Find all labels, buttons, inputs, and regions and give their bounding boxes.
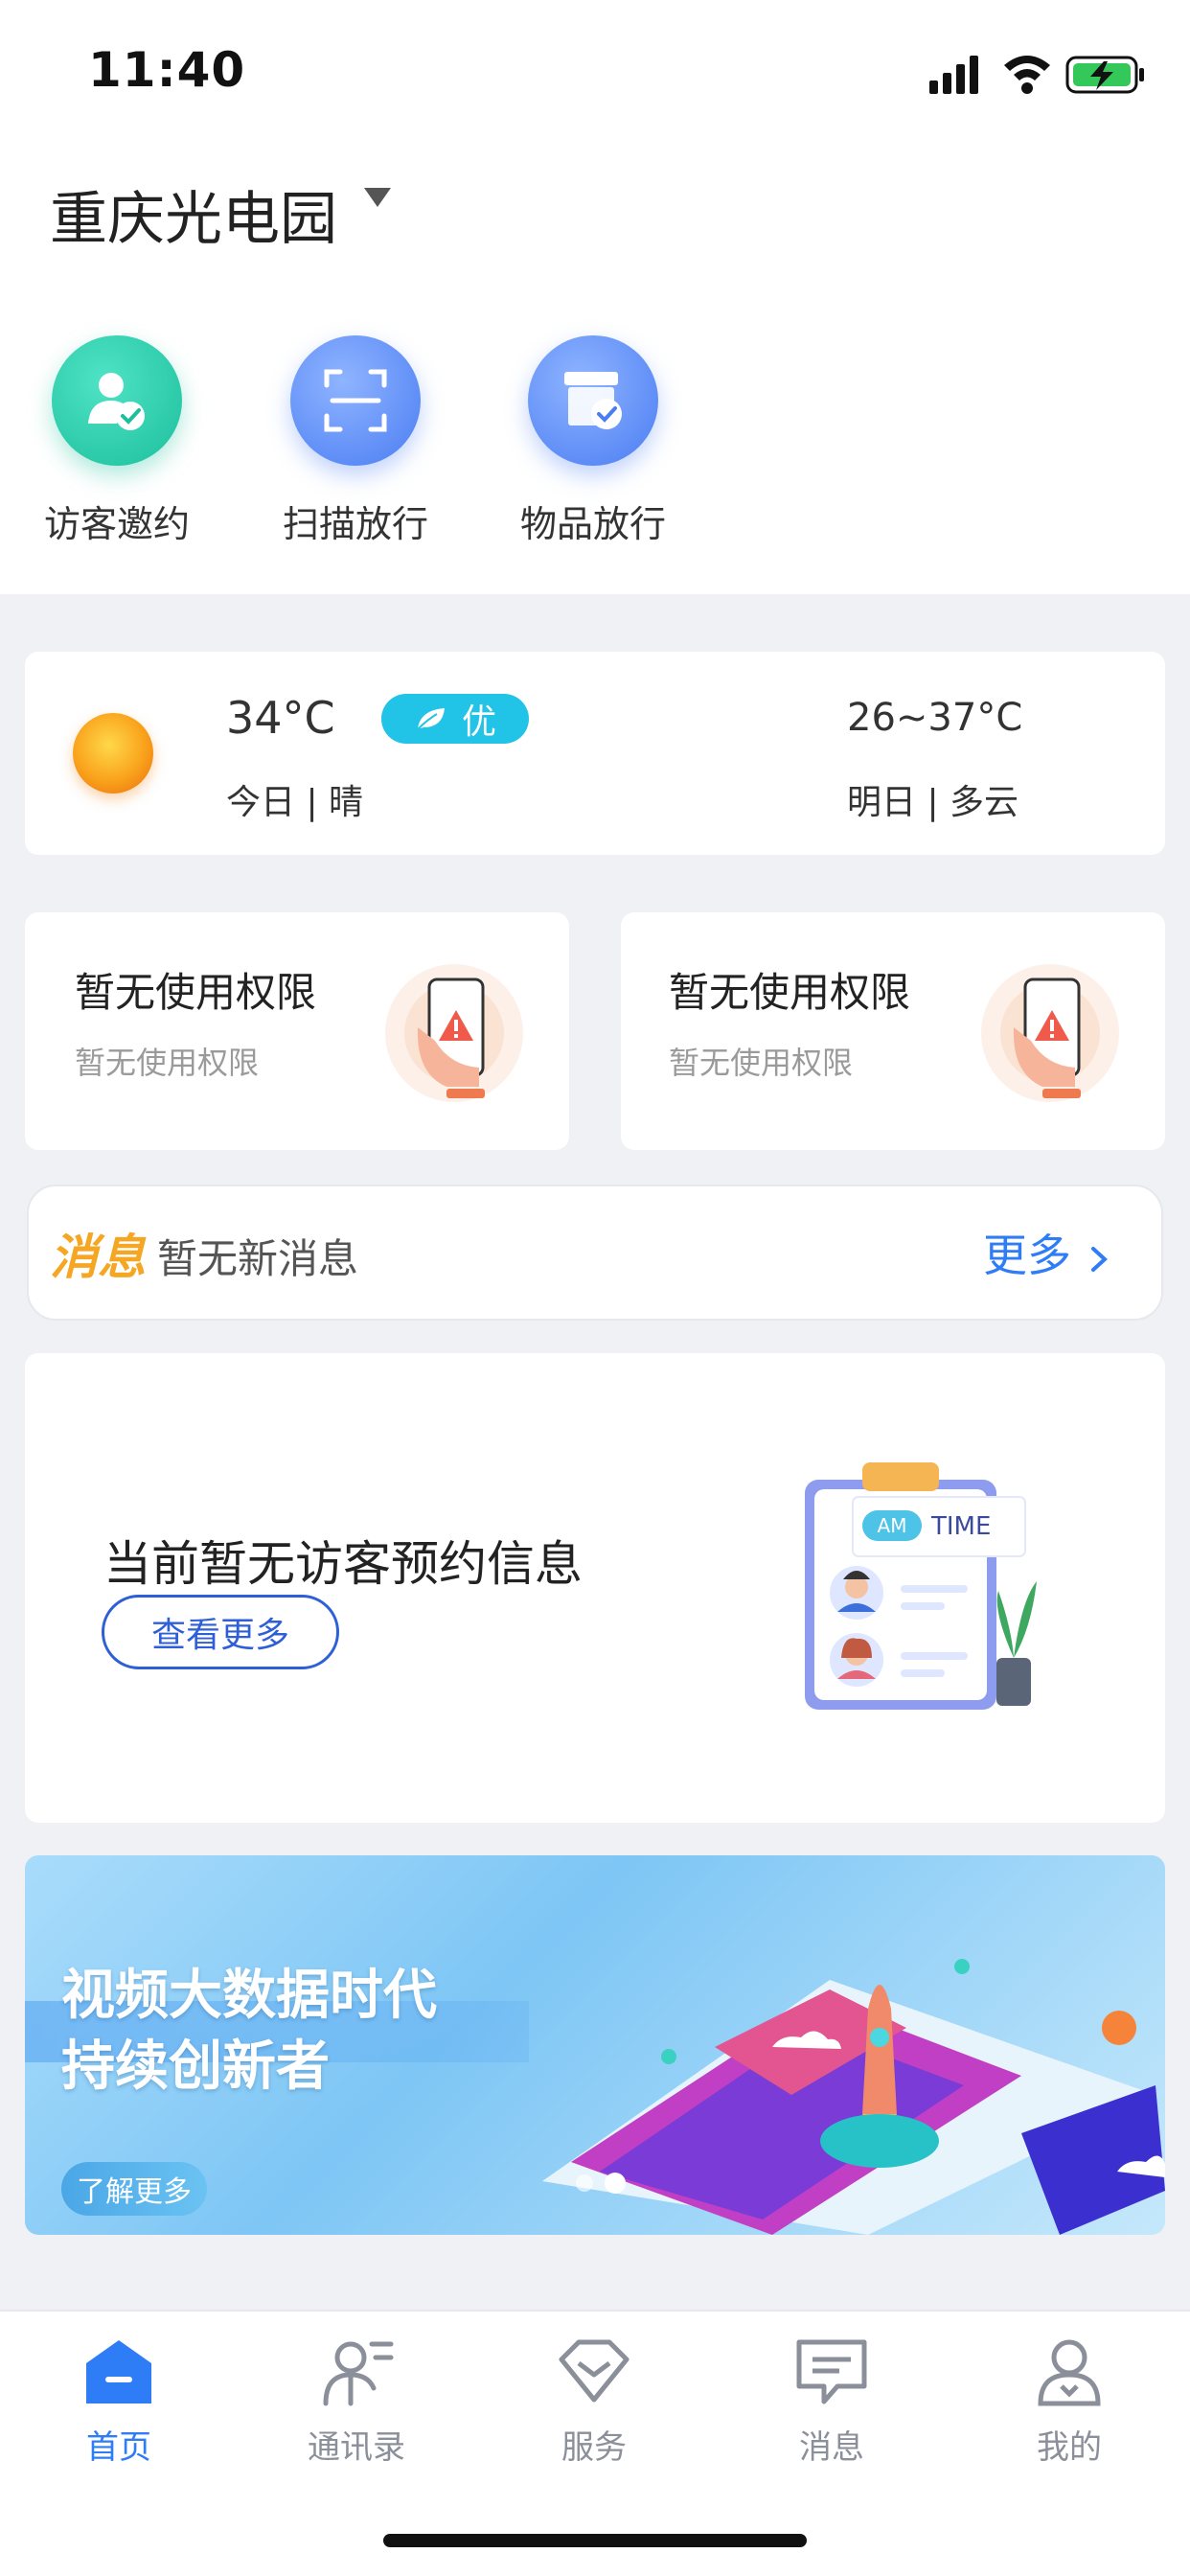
tab-contacts[interactable]: 通讯录 xyxy=(261,2334,452,2468)
home-icon xyxy=(86,2340,151,2404)
visitor-empty-text: 当前暂无访客预约信息 xyxy=(103,1536,583,1592)
air-quality-label: 优 xyxy=(461,702,496,742)
tab-profile[interactable]: 我的 xyxy=(973,2334,1165,2468)
message-text: 暂无新消息 xyxy=(157,1235,359,1282)
leaf-icon xyxy=(417,708,445,730)
tab-label: 通讯录 xyxy=(308,2428,405,2467)
more-messages-link[interactable]: 更多 xyxy=(983,1221,1112,1284)
visitor-invite-icon xyxy=(52,335,182,466)
banner-line-1: 视频大数据时代 xyxy=(61,1965,437,2027)
user-icon xyxy=(1038,2339,1101,2406)
no-permission-phone-icon xyxy=(981,964,1119,1102)
signal-icon xyxy=(929,56,978,94)
contacts-icon xyxy=(323,2341,394,2406)
tomorrow-temperature-range: 26~37°C xyxy=(847,696,1023,740)
tomorrow-weather: 明日 | 多云 xyxy=(847,783,1019,822)
banner-headline: 视频大数据时代 持续创新者 xyxy=(61,1961,437,2103)
item-release-icon xyxy=(528,335,658,466)
quick-action-label: 访客邀约 xyxy=(43,503,190,545)
clipboard-schedule-illustration: AM TIME xyxy=(805,1462,1037,1710)
no-permission-phone-icon xyxy=(385,964,523,1102)
tab-home[interactable]: 首页 xyxy=(23,2334,215,2468)
promo-banner[interactable]: 视频大数据时代 持续创新者 了解更多 xyxy=(25,1855,1165,2235)
diamond-icon xyxy=(559,2339,629,2403)
quick-action-item-release[interactable]: 物品放行 xyxy=(502,335,684,547)
message-tag: 消息 xyxy=(50,1230,146,1285)
permission-card[interactable]: 暂无使用权限 暂无使用权限 xyxy=(621,912,1165,1150)
tab-label: 消息 xyxy=(799,2428,864,2467)
home-indicator[interactable] xyxy=(383,2534,807,2547)
am-label: AM xyxy=(878,1514,907,1537)
status-time: 11:40 xyxy=(88,42,246,98)
sun-icon xyxy=(73,713,153,794)
dropdown-caret-icon[interactable] xyxy=(364,188,391,207)
banner-line-2: 持续创新者 xyxy=(61,2036,330,2098)
learn-more-button[interactable]: 了解更多 xyxy=(61,2162,207,2216)
battery-charging-icon xyxy=(1065,56,1144,94)
view-more-button[interactable]: 查看更多 xyxy=(102,1595,339,1669)
permission-card[interactable]: 暂无使用权限 暂无使用权限 xyxy=(25,912,569,1150)
quick-action-scan[interactable]: 扫描放行 xyxy=(264,335,446,547)
rocket-phone-illustration xyxy=(542,1959,1165,2235)
park-selector-title[interactable]: 重庆光电园 xyxy=(50,172,337,256)
permission-title: 暂无使用权限 xyxy=(669,969,911,1016)
air-quality-badge: 优 xyxy=(381,694,529,744)
quick-action-label: 扫描放行 xyxy=(282,503,428,545)
more-label: 更多 xyxy=(983,1230,1071,1281)
current-temperature: 34°C xyxy=(226,692,335,744)
permission-subtitle: 暂无使用权限 xyxy=(75,1045,260,1081)
tab-services[interactable]: 服务 xyxy=(498,2334,690,2468)
status-icons xyxy=(929,56,1144,94)
quick-action-visitor-invite[interactable]: 访客邀约 xyxy=(26,335,208,547)
weather-card[interactable] xyxy=(25,652,1165,855)
permission-subtitle: 暂无使用权限 xyxy=(669,1045,854,1081)
permission-title: 暂无使用权限 xyxy=(75,969,317,1016)
quick-action-label: 物品放行 xyxy=(519,503,666,545)
scan-icon xyxy=(290,335,421,466)
time-label: TIME xyxy=(930,1512,991,1541)
chevron-right-icon xyxy=(1090,1246,1108,1272)
tab-label: 服务 xyxy=(561,2428,627,2467)
chat-icon xyxy=(796,2339,867,2404)
tab-messages[interactable]: 消息 xyxy=(736,2334,927,2468)
tab-label: 我的 xyxy=(1037,2428,1102,2467)
wifi-icon xyxy=(1004,56,1050,94)
tab-label: 首页 xyxy=(86,2428,151,2467)
today-weather: 今日 | 晴 xyxy=(226,783,364,822)
